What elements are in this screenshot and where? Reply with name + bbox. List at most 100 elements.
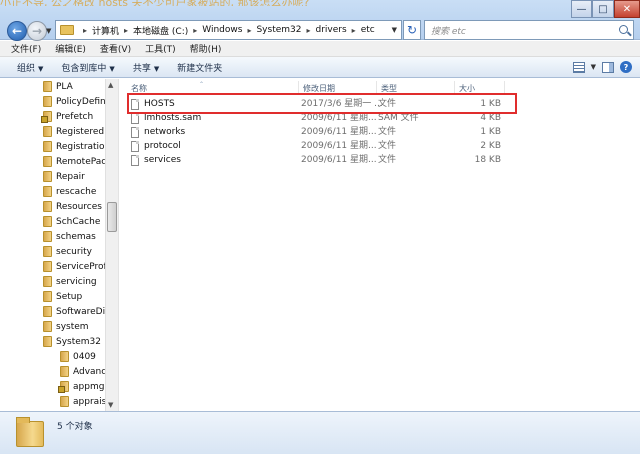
organize-button[interactable]: 组织 ▼ — [17, 61, 43, 74]
tree-item[interactable]: SchCache — [43, 214, 100, 229]
chevron-right-icon[interactable]: ▸ — [352, 26, 356, 35]
breadcrumb: 计算机 ▸ 本地磁盘 (C:) ▸ Windows ▸ System32 ▸ drivers ▸ e… — [92, 24, 375, 37]
breadcrumb-item[interactable]: etc — [361, 25, 375, 35]
chevron-right-icon[interactable]: ▸ — [124, 26, 128, 35]
menu-item[interactable]: 查看(V) — [100, 42, 131, 55]
close-button[interactable]: ✕ — [614, 0, 640, 18]
folder-icon — [43, 321, 52, 332]
folder-icon — [43, 216, 52, 227]
recent-pages-dropdown-icon[interactable]: ▼ — [46, 27, 51, 35]
address-bar[interactable]: ▸ 计算机 ▸ 本地磁盘 (C:) ▸ Windows ▸ System32 ▸ drivers… — [55, 20, 402, 40]
folder-icon — [43, 306, 52, 317]
preview-pane-icon[interactable] — [602, 61, 614, 73]
chevron-down-icon[interactable]: ▼ — [591, 63, 596, 71]
menu-item[interactable]: 文件(F) — [11, 42, 41, 55]
scroll-down-icon[interactable]: ▼ — [108, 401, 113, 409]
help-icon[interactable]: ? — [620, 61, 632, 73]
share-label: 共享 — [132, 63, 151, 74]
locked-folder-icon — [41, 111, 52, 123]
tree-item-label: SchCache — [56, 216, 101, 227]
view-controls: ▼ ? — [572, 61, 632, 73]
tree-item[interactable]: security — [43, 244, 92, 259]
locked-folder-icon — [58, 381, 69, 393]
chevron-right-icon[interactable]: ▸ — [193, 26, 197, 35]
share-button[interactable]: 共享 ▼ — [133, 61, 159, 74]
breadcrumb-item[interactable]: drivers — [316, 25, 347, 35]
chevron-down-icon: ▼ — [38, 64, 44, 73]
item-count: 5 个对象 — [57, 422, 93, 432]
tree-item-label: Resources — [56, 201, 102, 212]
sort-arrow-icon: ⌃ — [199, 81, 205, 88]
folder-icon — [43, 141, 52, 152]
tree-item[interactable]: PolicyDefiniti — [43, 94, 114, 109]
tree-item-label: schemas — [56, 231, 96, 242]
file-name: networks — [144, 127, 186, 137]
chevron-right-icon[interactable]: ▸ — [247, 26, 251, 35]
tree-item[interactable]: system — [43, 319, 89, 334]
file-list: 名称 ⌃ 修改日期 类型 大小 HOSTS 2017/3/6 星期一 ... 文件 1… — [118, 79, 640, 411]
breadcrumb-item[interactable]: 计算机 — [92, 24, 119, 37]
scroll-up-icon[interactable]: ▲ — [108, 81, 113, 89]
breadcrumb-item[interactable]: 本地磁盘 (C:) — [133, 24, 188, 37]
search-input[interactable]: 搜索 etc — [424, 20, 634, 40]
title-bar: 小正不导, 公之格改 hosts 关不少可户家被站的, 那该怎么办呢? ← → … — [0, 0, 640, 41]
search-icon[interactable] — [619, 25, 628, 34]
chevron-down-icon[interactable]: ▼ — [392, 26, 397, 34]
file-row[interactable]: networks 2009/6/11 星期... 文件 1 KB — [119, 126, 519, 139]
menu-item[interactable]: 编辑(E) — [55, 42, 86, 55]
tree-item-label: servicing — [56, 276, 97, 287]
tree-item[interactable]: Prefetch — [41, 109, 93, 124]
file-row[interactable]: protocol 2009/6/11 星期... 文件 2 KB — [119, 140, 519, 153]
file-size: 1 KB — [480, 127, 501, 137]
tree-item-label: system — [56, 321, 89, 332]
tree-item[interactable]: Setup — [43, 289, 82, 304]
file-type: 文件 — [378, 141, 397, 151]
organize-label: 组织 — [17, 63, 36, 74]
folder-icon — [43, 201, 52, 212]
tree-item[interactable]: SoftwareDist — [43, 304, 113, 319]
chevron-right-icon[interactable]: ▸ — [306, 26, 310, 35]
tree-item[interactable]: rescache — [43, 184, 96, 199]
details-pane: 5 个对象 — [0, 411, 640, 454]
folder-icon — [43, 96, 52, 107]
tree-item[interactable]: Repair — [43, 169, 85, 184]
chevron-right-icon[interactable]: ▸ — [83, 26, 87, 35]
back-button[interactable]: ← — [7, 21, 27, 41]
tree-item[interactable]: schemas — [43, 229, 96, 244]
folder-icon — [60, 396, 69, 407]
file-icon — [131, 127, 139, 138]
navigation-scrollbar[interactable]: ▲ ▼ — [105, 79, 118, 411]
maximize-button[interactable]: □ — [592, 0, 614, 18]
breadcrumb-item[interactable]: System32 — [256, 25, 301, 35]
back-arrow-icon: ← — [11, 24, 23, 38]
minimize-button[interactable]: — — [571, 0, 592, 18]
tree-item[interactable]: Registration — [43, 139, 110, 154]
file-date: 2009/6/11 星期... — [301, 155, 377, 165]
refresh-button[interactable]: ↻ — [403, 20, 421, 40]
tree-item[interactable]: 0409 — [60, 349, 96, 364]
command-bar: 组织 ▼ 包含到库中 ▼ 共享 ▼ 新建文件夹 ▼ ? — [0, 57, 640, 78]
tree-item[interactable]: PLA — [43, 79, 73, 94]
tree-item-label: PLA — [56, 81, 73, 92]
menu-item[interactable]: 工具(T) — [145, 42, 176, 55]
file-icon — [131, 113, 139, 124]
menu-item[interactable]: 帮助(H) — [190, 42, 222, 55]
breadcrumb-item[interactable]: Windows — [202, 25, 242, 35]
include-in-library-label: 包含到库中 — [61, 63, 107, 74]
change-view-icon[interactable] — [572, 61, 585, 73]
tree-item[interactable]: System32 — [43, 334, 101, 349]
folder-icon — [43, 231, 52, 242]
file-size: 2 KB — [480, 141, 501, 151]
tree-item[interactable]: servicing — [43, 274, 97, 289]
file-name: protocol — [144, 141, 181, 151]
folder-icon — [43, 276, 52, 287]
forward-button[interactable]: → — [27, 21, 47, 41]
file-row[interactable]: services 2009/6/11 星期... 文件 18 KB — [119, 154, 519, 167]
window-controls: — □ ✕ — [571, 0, 640, 18]
column-name-label: 名称 — [131, 83, 147, 93]
tree-item[interactable]: Resources — [43, 199, 102, 214]
scrollbar-thumb[interactable] — [107, 202, 117, 232]
include-in-library-button[interactable]: 包含到库中 ▼ — [61, 61, 114, 74]
tree-item[interactable]: RegisteredPa — [43, 124, 115, 139]
new-folder-button[interactable]: 新建文件夹 — [177, 61, 222, 74]
